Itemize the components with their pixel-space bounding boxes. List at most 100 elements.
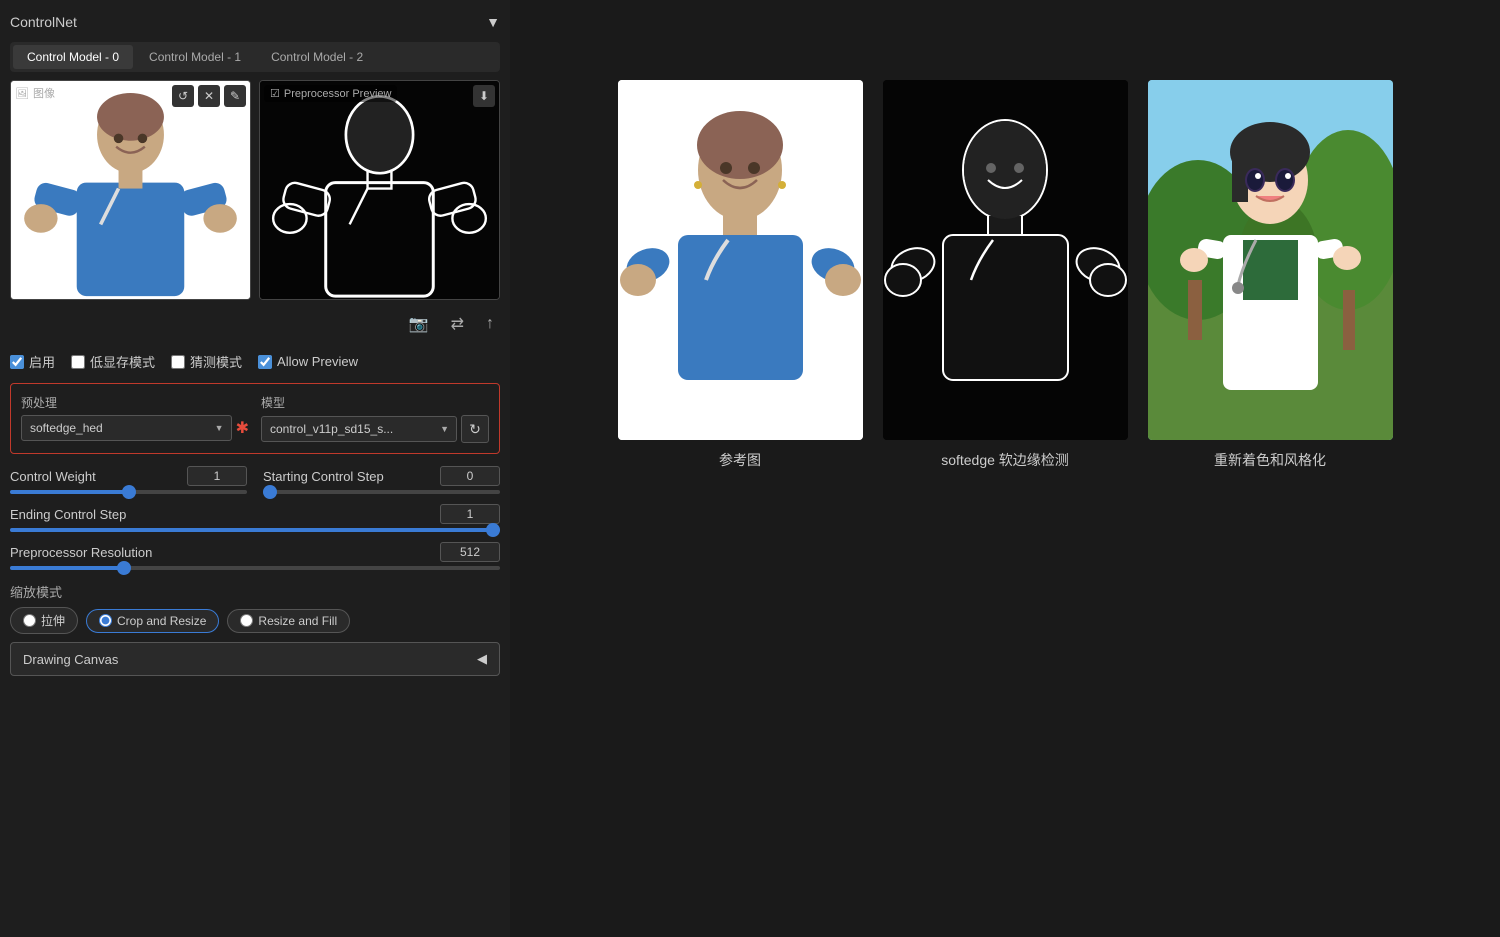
source-image-box: 🖼 图像 ↺ ✕ ✎ — [10, 80, 251, 300]
sliders-section: Control Weight Starting Control Step End… — [10, 462, 500, 574]
refresh-source-button[interactable]: ↺ — [172, 85, 194, 107]
radio-crop-resize-input[interactable] — [99, 614, 112, 627]
model-refresh-button[interactable]: ↻ — [461, 415, 489, 443]
panel-toggle-icon[interactable]: ▼ — [486, 14, 500, 30]
preview-svg — [260, 81, 499, 300]
ending-step-header: Ending Control Step — [10, 504, 500, 524]
source-image-content[interactable] — [11, 81, 250, 299]
star-icon[interactable]: ✱ — [236, 418, 249, 438]
enable-checkbox[interactable] — [10, 355, 24, 369]
preprocessor-select-wrapper[interactable]: softedge_hed — [21, 415, 232, 441]
nurse-photo — [618, 80, 863, 440]
preview-checkbox: ☑ — [270, 87, 280, 100]
panel-title: ControlNet — [10, 14, 77, 30]
drawing-canvas-section[interactable]: Drawing Canvas ◀ — [10, 642, 500, 676]
preprocessor-col: 预处理 softedge_hed ✱ — [21, 394, 249, 443]
control-weight-col: Control Weight — [10, 466, 247, 494]
allow-preview-checkbox[interactable] — [258, 355, 272, 369]
edge-detection — [883, 80, 1128, 440]
tab-model-2[interactable]: Control Model - 2 — [257, 45, 377, 69]
upload-button[interactable]: ↑ — [480, 312, 500, 336]
ending-step-slider[interactable] — [10, 528, 500, 532]
model-label: 模型 — [261, 394, 489, 411]
model-select-row: control_v11p_sd15_s... ↻ — [261, 415, 489, 443]
radio-stretch-input[interactable] — [23, 614, 36, 627]
result-image-0: 参考图 — [618, 80, 863, 470]
model-select[interactable]: control_v11p_sd15_s... — [261, 416, 457, 442]
control-weight-slider[interactable] — [10, 490, 247, 494]
starting-step-header: Starting Control Step — [263, 466, 500, 486]
checkbox-row: 启用 低显存模式 猜测模式 Allow Preview — [10, 348, 500, 375]
source-image-controls: ↺ ✕ ✎ — [172, 85, 246, 107]
result-label-0: 参考图 — [719, 450, 761, 470]
panel-header: ControlNet ▼ — [10, 10, 500, 34]
result-image-2: 重新着色和风格化 — [1148, 80, 1393, 470]
radio-resize-fill[interactable]: Resize and Fill — [227, 609, 350, 633]
preprocessor-select-row: softedge_hed ✱ — [21, 415, 249, 441]
preprocessor-res-label: Preprocessor Resolution — [10, 545, 152, 560]
anime-content — [1148, 80, 1393, 440]
close-source-button[interactable]: ✕ — [198, 85, 220, 107]
starting-step-slider[interactable] — [263, 490, 500, 494]
scale-mode-section: 缩放模式 拉伸 Crop and Resize Resize and Fill — [10, 582, 500, 634]
image-icon: 🖼 — [15, 87, 29, 100]
enable-label: 启用 — [29, 352, 55, 371]
transfer-button[interactable]: ⇄ — [445, 312, 470, 336]
source-image-label: 🖼 图像 — [15, 85, 55, 101]
starting-step-label: Starting Control Step — [263, 469, 384, 484]
drawing-canvas-icon: ◀ — [477, 651, 487, 667]
model-section: 预处理 softedge_hed ✱ 模型 control_v11p — [10, 383, 500, 454]
anime-image — [1148, 80, 1393, 440]
download-preview-button[interactable]: ⬇ — [473, 85, 495, 107]
guess-mode-checkbox-item[interactable]: 猜测模式 — [171, 352, 242, 371]
control-weight-value[interactable] — [187, 466, 247, 486]
preprocessor-res-slider[interactable] — [10, 566, 500, 570]
drawing-canvas-label: Drawing Canvas — [23, 652, 118, 667]
guess-mode-checkbox[interactable] — [171, 355, 185, 369]
preprocessor-res-value[interactable] — [440, 542, 500, 562]
preprocessor-select[interactable]: softedge_hed — [21, 415, 232, 441]
allow-preview-checkbox-item[interactable]: Allow Preview — [258, 354, 358, 369]
radio-resize-fill-input[interactable] — [240, 614, 253, 627]
scale-mode-label: 缩放模式 — [10, 582, 500, 601]
preview-image-box: ☑ Preprocessor Preview ⬇ — [259, 80, 500, 300]
edge-image — [883, 80, 1128, 440]
action-icon-row: 📷 ⇄ ↑ — [10, 308, 500, 340]
ending-step-row: Ending Control Step — [10, 504, 500, 532]
sliders-row-1: Control Weight Starting Control Step — [10, 466, 500, 494]
control-weight-header: Control Weight — [10, 466, 247, 486]
edge-svg — [883, 80, 1128, 440]
radio-crop-resize[interactable]: Crop and Resize — [86, 609, 219, 633]
low-vram-checkbox[interactable] — [71, 355, 85, 369]
reference-svg — [618, 80, 863, 440]
camera-button[interactable]: 📷 — [403, 312, 435, 336]
allow-preview-label: Allow Preview — [277, 354, 358, 369]
preview-label: ☑ Preprocessor Preview — [264, 85, 397, 102]
guess-mode-label: 猜测模式 — [190, 352, 242, 371]
ending-step-value[interactable] — [440, 504, 500, 524]
nurse-svg — [11, 81, 250, 299]
enable-checkbox-item[interactable]: 启用 — [10, 352, 55, 371]
result-images-grid: 参考图 — [530, 80, 1480, 470]
tab-model-0[interactable]: Control Model - 0 — [13, 45, 133, 69]
low-vram-checkbox-item[interactable]: 低显存模式 — [71, 352, 155, 371]
result-label-2: 重新着色和风格化 — [1214, 450, 1326, 470]
preview-image-controls: ⬇ — [473, 85, 495, 107]
image-row: 🖼 图像 ↺ ✕ ✎ — [10, 80, 500, 300]
radio-stretch[interactable]: 拉伸 — [10, 607, 78, 634]
preprocessor-res-row: Preprocessor Resolution — [10, 542, 500, 570]
preview-image-content[interactable] — [260, 81, 499, 299]
right-panel: 参考图 — [510, 0, 1500, 937]
ending-step-label: Ending Control Step — [10, 507, 126, 522]
starting-step-value[interactable] — [440, 466, 500, 486]
result-label-1: softedge 软边缘检测 — [941, 450, 1069, 470]
radio-stretch-label: 拉伸 — [41, 612, 65, 629]
result-image-1: softedge 软边缘检测 — [883, 80, 1128, 470]
model-select-wrapper[interactable]: control_v11p_sd15_s... — [261, 416, 457, 442]
edit-source-button[interactable]: ✎ — [224, 85, 246, 107]
model-row: 预处理 softedge_hed ✱ 模型 control_v11p — [21, 394, 489, 443]
tab-model-1[interactable]: Control Model - 1 — [135, 45, 255, 69]
radio-resize-fill-label: Resize and Fill — [258, 614, 337, 628]
preprocessor-label: 预处理 — [21, 394, 249, 411]
scale-mode-radio-group: 拉伸 Crop and Resize Resize and Fill — [10, 607, 500, 634]
